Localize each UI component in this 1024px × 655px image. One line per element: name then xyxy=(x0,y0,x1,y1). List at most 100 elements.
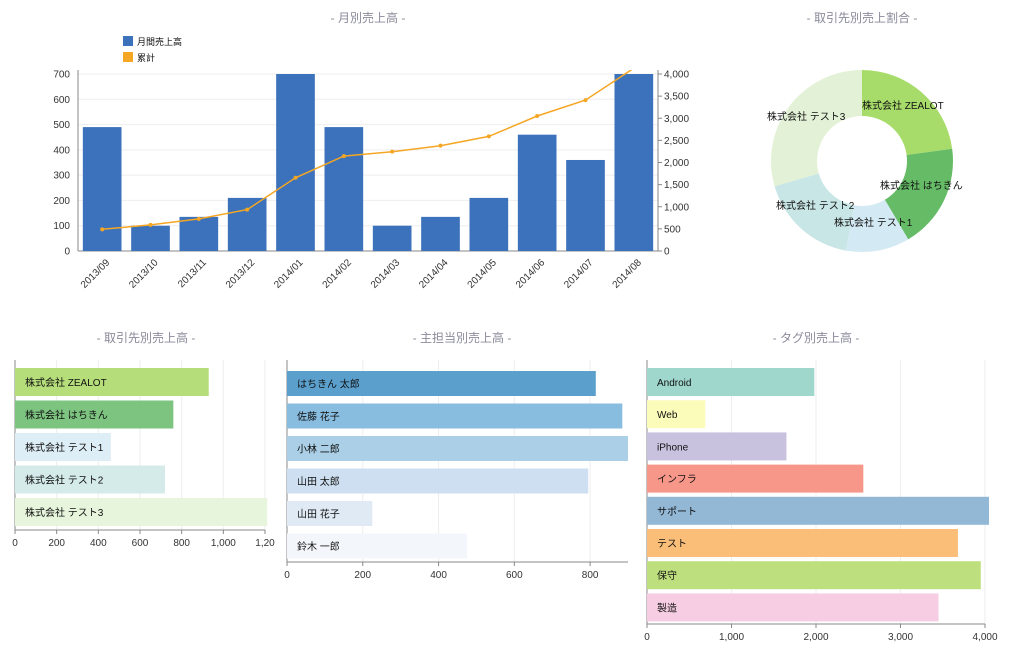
bar-label: 保守 xyxy=(657,569,677,582)
x-tick-label: 200 xyxy=(48,538,65,549)
x-tick-label: 1,000 xyxy=(719,632,744,643)
bar xyxy=(647,593,939,622)
y-tick-label: 600 xyxy=(53,95,70,106)
slice-label: 株式会社 テスト2 xyxy=(776,199,855,212)
line-point xyxy=(148,222,153,227)
bar-label: Web xyxy=(657,410,678,421)
line-point xyxy=(245,207,250,212)
x-tick-label: 2013/11 xyxy=(176,257,209,290)
donut-slice xyxy=(862,70,953,155)
x-tick-label: 2014/07 xyxy=(562,257,596,291)
x-tick-label: 2014/03 xyxy=(369,257,403,291)
y2-tick-label: 2,000 xyxy=(664,158,689,169)
chart-title: - 取引先別売上割合 - xyxy=(807,10,918,25)
x-tick-label: 2013/10 xyxy=(127,257,161,291)
slice-label: 株式会社 はちきん xyxy=(880,179,963,192)
x-tick-label: 1,20 xyxy=(255,538,275,549)
y2-tick-label: 1,000 xyxy=(664,202,689,213)
staff-sales-bar-chart: - 主担当別売上高 - 0 200 400 600 800 はちきん 太郎佐藤 花子小林 二… xyxy=(284,330,628,581)
y2-tick-label: 2,500 xyxy=(664,136,689,147)
y2-tick-label: 3,000 xyxy=(664,114,689,125)
legend-swatch-line xyxy=(123,52,133,62)
bar xyxy=(227,197,267,251)
bar xyxy=(421,216,460,251)
bar-label: はちきん 太郎 xyxy=(297,378,360,391)
y-tick-label: 400 xyxy=(53,145,70,156)
x-tick-label: 2013/12 xyxy=(224,257,258,291)
line-point xyxy=(293,175,298,180)
bar xyxy=(647,561,981,590)
x-tick-label: 2014/01 xyxy=(272,257,306,291)
slice-label: 株式会社 ZEALOT xyxy=(862,99,944,112)
bar-label: 小林 二郎 xyxy=(297,443,340,456)
legend-label: 累計 xyxy=(137,52,155,63)
bar-label: 株式会社 テスト1 xyxy=(25,441,104,454)
bar xyxy=(566,159,605,251)
bar-label: インフラ xyxy=(657,474,697,486)
bar xyxy=(469,197,509,251)
x-tick-label: 3,000 xyxy=(888,632,913,643)
bar-label: iPhone xyxy=(657,442,689,453)
bar-label: 製造 xyxy=(657,601,677,614)
slice-label: 株式会社 テスト3 xyxy=(767,110,846,123)
x-tick-label: 400 xyxy=(430,570,447,581)
line-point xyxy=(486,134,491,139)
client-sales-bar-chart: - 取引先別売上高 - 0 200 400 600 800 1,000 1,20 株式会社 ZE… xyxy=(12,330,275,549)
x-tick-label: 2014/08 xyxy=(611,257,645,291)
donut-slice xyxy=(770,70,862,187)
chart-title: - 月別売上高 - xyxy=(331,10,406,25)
x-tick-label: 2014/02 xyxy=(321,257,355,291)
y2-tick-label: 1,500 xyxy=(664,180,689,191)
line-point xyxy=(438,143,443,148)
x-tick-label: 4,000 xyxy=(972,632,997,643)
bar xyxy=(324,127,364,251)
bar-label: 株式会社 はちきん xyxy=(25,409,108,422)
legend: 月間売上高累計 xyxy=(123,36,182,63)
y-tick-label: 100 xyxy=(53,221,70,232)
y-tick-label: 700 xyxy=(53,70,70,81)
client-share-donut: - 取引先別売上割合 -株式会社 ZEALOT株式会社 はちきん株式会社 テスト… xyxy=(767,10,963,252)
x-tick-label: 2014/06 xyxy=(514,257,548,291)
bar-label: 株式会社 テスト2 xyxy=(25,474,104,487)
bar xyxy=(179,216,219,251)
line-point xyxy=(535,114,540,119)
y-tick-label: 500 xyxy=(53,120,70,131)
chart-title: - タグ別売上高 - xyxy=(773,330,860,345)
bar xyxy=(647,496,989,525)
legend-swatch-bar xyxy=(123,36,133,46)
bar-label: サポート xyxy=(657,506,697,518)
bar-label: 山田 太郎 xyxy=(297,475,340,488)
bar-label: 株式会社 ZEALOT xyxy=(25,376,107,389)
y-tick-label: 200 xyxy=(53,196,70,207)
line-point xyxy=(196,216,201,221)
chart-title: - 主担当別売上高 - xyxy=(413,330,512,345)
line-point xyxy=(100,227,105,232)
x-tick-label: 2013/09 xyxy=(79,257,113,291)
line-point xyxy=(390,149,395,154)
bar-label: 山田 花子 xyxy=(297,508,340,521)
y2-tick-label: 4,000 xyxy=(664,70,689,81)
x-tick-label: 600 xyxy=(132,538,149,549)
y-tick-label: 300 xyxy=(53,171,70,182)
dashboard: - 月別売上高 - 0 100 200 300 400 500 600 700 0 500 1,000… xyxy=(0,0,1024,655)
monthly-sales-chart: - 月別売上高 - 0 100 200 300 400 500 600 700 0 500 1,000… xyxy=(53,10,689,291)
x-tick-label: 400 xyxy=(90,538,107,549)
x-tick-label: 0 xyxy=(644,632,650,643)
tag-sales-bar-chart: - タグ別売上高 - 0 1,000 2,000 3,000 4,000 Android We… xyxy=(644,330,998,643)
dashboard-charts: - 月別売上高 - 0 100 200 300 400 500 600 700 0 500 1,000… xyxy=(12,10,998,643)
chart-title: - 取引先別売上高 - xyxy=(97,330,196,345)
line-point xyxy=(583,98,588,103)
x-tick-label: 600 xyxy=(506,570,523,581)
bar xyxy=(82,127,122,251)
bar xyxy=(276,74,315,251)
x-tick-label: 2014/05 xyxy=(466,257,500,291)
x-tick-label: 2014/04 xyxy=(417,257,451,291)
y2-tick-label: 0 xyxy=(664,247,670,258)
bar-label: テスト xyxy=(657,539,687,550)
bar xyxy=(647,529,958,557)
line-point xyxy=(341,154,346,159)
donut-slice xyxy=(774,173,855,251)
y2-tick-label: 500 xyxy=(664,224,681,235)
bar xyxy=(131,225,170,251)
x-tick-label: 0 xyxy=(284,570,290,581)
